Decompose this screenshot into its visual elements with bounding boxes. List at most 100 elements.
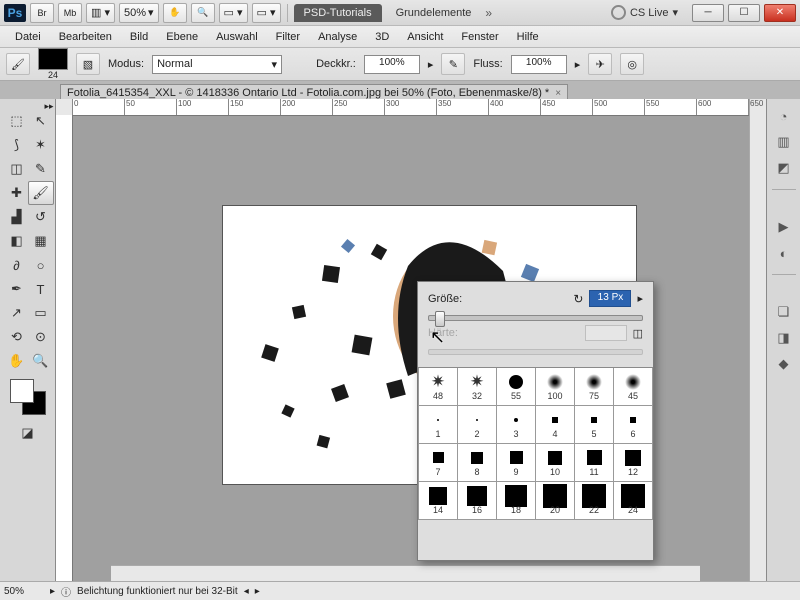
brush-preset[interactable]: 6 (614, 406, 653, 444)
blur-tool[interactable]: ∂ (4, 253, 30, 277)
size-input[interactable]: 13 Px (589, 290, 631, 307)
hand-tool-button[interactable]: ✋ (163, 3, 187, 23)
menu-datei[interactable]: Datei (6, 28, 50, 46)
brush-preset[interactable]: 12 (614, 444, 653, 482)
brush-preset[interactable]: 55 (497, 368, 536, 406)
marquee-tool[interactable]: ↖ (28, 109, 54, 133)
reset-size-icon[interactable]: ↻ (573, 292, 583, 306)
status-prev-icon[interactable]: ◂ (244, 586, 249, 597)
menu-bild[interactable]: Bild (121, 28, 157, 46)
brush-preset[interactable]: 24 (614, 482, 653, 520)
brush-preset[interactable]: 16 (458, 482, 497, 520)
layers-panel-icon[interactable]: ❏ (772, 301, 796, 323)
opacity-dropdown-icon[interactable]: ▸ (428, 58, 434, 71)
masks-panel-icon[interactable]: ◐ (772, 242, 796, 264)
close-button[interactable]: ✕ (764, 4, 796, 22)
bridge-button[interactable]: Br (30, 3, 54, 23)
brush-preset[interactable]: 1 (419, 406, 458, 444)
menu-analyse[interactable]: Analyse (309, 28, 366, 46)
brush-preset[interactable]: 5 (575, 406, 614, 444)
swatches-panel-icon[interactable]: ▥ (772, 131, 796, 153)
healing-tool[interactable]: ✚ (4, 181, 30, 205)
brush-preset[interactable]: 10 (536, 444, 575, 482)
quickmask-tool[interactable]: ◪ (15, 421, 41, 445)
workspace-tab[interactable]: Grundelemente (386, 4, 482, 22)
brush-preset[interactable]: ✷32 (458, 368, 497, 406)
menu-ebene[interactable]: Ebene (157, 28, 207, 46)
zoom-tool[interactable]: 🔍 (28, 349, 54, 373)
history-brush-tool[interactable]: ↺ (28, 205, 54, 229)
type-tool[interactable]: T (28, 277, 54, 301)
zoom-tool-button[interactable]: 🔍 (191, 3, 215, 23)
brush-preset[interactable]: 2 (458, 406, 497, 444)
brush-preset[interactable]: 9 (497, 444, 536, 482)
brush-preset[interactable]: 45 (614, 368, 653, 406)
status-arrow-icon[interactable]: ▸ (50, 586, 55, 597)
3d-tool[interactable]: ⟲ (4, 325, 30, 349)
brush-panel-toggle[interactable]: ▧ (76, 53, 100, 75)
arrange-dropdown[interactable]: ▭ ▾ (219, 3, 248, 23)
flow-input[interactable]: 100% (511, 55, 567, 74)
styles-panel-icon[interactable]: ◩ (772, 157, 796, 179)
tablet-opacity-icon[interactable]: ✎ (441, 53, 465, 75)
ruler-vertical[interactable] (56, 115, 73, 582)
paths-panel-icon[interactable]: ◆ (772, 353, 796, 375)
hand-tool[interactable]: ✋ (4, 349, 30, 373)
menu-filter[interactable]: Filter (267, 28, 309, 46)
size-slider-thumb[interactable] (435, 311, 445, 327)
brush-preset[interactable]: 7 (419, 444, 458, 482)
menu-bearbeiten[interactable]: Bearbeiten (50, 28, 121, 46)
zoom-dropdown[interactable]: 50% ▾ (119, 3, 159, 23)
brush-preset[interactable]: 8 (458, 444, 497, 482)
flow-dropdown-icon[interactable]: ▸ (575, 58, 581, 71)
size-slider[interactable] (428, 315, 643, 321)
channels-panel-icon[interactable]: ◨ (772, 327, 796, 349)
close-document-icon[interactable]: × (555, 88, 561, 99)
airbrush-icon[interactable]: ✈ (588, 53, 612, 75)
move-tool[interactable]: ⬚ (4, 109, 30, 133)
pen-tool[interactable]: ✒ (4, 277, 30, 301)
adjustments-panel-icon[interactable]: ▶ (772, 216, 796, 238)
shape-tool[interactable]: ▭ (28, 301, 54, 325)
view-extras-dropdown[interactable]: ▥ ▾ (86, 3, 115, 23)
tablet-size-icon[interactable]: ◎ (620, 53, 644, 75)
eraser-tool[interactable]: ◧ (4, 229, 30, 253)
menu-fenster[interactable]: Fenster (452, 28, 507, 46)
tool-preset-icon[interactable]: 🖌 (6, 53, 30, 75)
status-next-icon[interactable]: ▸ (255, 586, 260, 597)
ruler-horizontal[interactable]: 0501001502002503003504004505005506006507… (72, 99, 749, 116)
brush-preset[interactable]: 18 (497, 482, 536, 520)
brush-tool[interactable]: 🖌 (28, 181, 54, 205)
brush-preset[interactable]: 3 (497, 406, 536, 444)
more-workspaces-icon[interactable]: » (485, 6, 492, 20)
lasso-tool[interactable]: ⟆ (4, 133, 30, 157)
brush-preview[interactable] (38, 48, 68, 70)
eyedropper-tool[interactable]: ✎ (28, 157, 54, 181)
menu-3d[interactable]: 3D (366, 28, 398, 46)
menu-hilfe[interactable]: Hilfe (508, 28, 548, 46)
panel-menu-icon[interactable]: ▸ (637, 292, 643, 305)
cs-live-button[interactable]: CS Live ▾ (611, 5, 678, 20)
path-tool[interactable]: ↗ (4, 301, 30, 325)
collapse-tools-icon[interactable]: ▸▸ (44, 101, 53, 109)
opacity-input[interactable]: 100% (364, 55, 420, 74)
brush-preset[interactable]: ✷48 (419, 368, 458, 406)
menu-auswahl[interactable]: Auswahl (207, 28, 267, 46)
mode-dropdown[interactable]: Normal▾ (152, 55, 282, 74)
workspace-tab-active[interactable]: PSD-Tutorials (294, 4, 382, 22)
minibridge-button[interactable]: Mb (58, 3, 82, 23)
menu-ansicht[interactable]: Ansicht (398, 28, 452, 46)
scrollbar-vertical[interactable] (749, 99, 766, 582)
screenmode-dropdown[interactable]: ▭ ▾ (252, 3, 281, 23)
brush-preset[interactable]: 11 (575, 444, 614, 482)
brush-preset[interactable]: 4 (536, 406, 575, 444)
maximize-button[interactable]: ☐ (728, 4, 760, 22)
crop-tool[interactable]: ◫ (4, 157, 30, 181)
brush-preset[interactable]: 75 (575, 368, 614, 406)
color-picker[interactable] (10, 379, 46, 415)
3d-camera-tool[interactable]: ⊙ (28, 325, 54, 349)
dodge-tool[interactable]: ○ (28, 253, 54, 277)
gradient-tool[interactable]: ▦ (28, 229, 54, 253)
new-preset-icon[interactable]: ◫ (633, 327, 643, 340)
brush-preset[interactable]: 100 (536, 368, 575, 406)
